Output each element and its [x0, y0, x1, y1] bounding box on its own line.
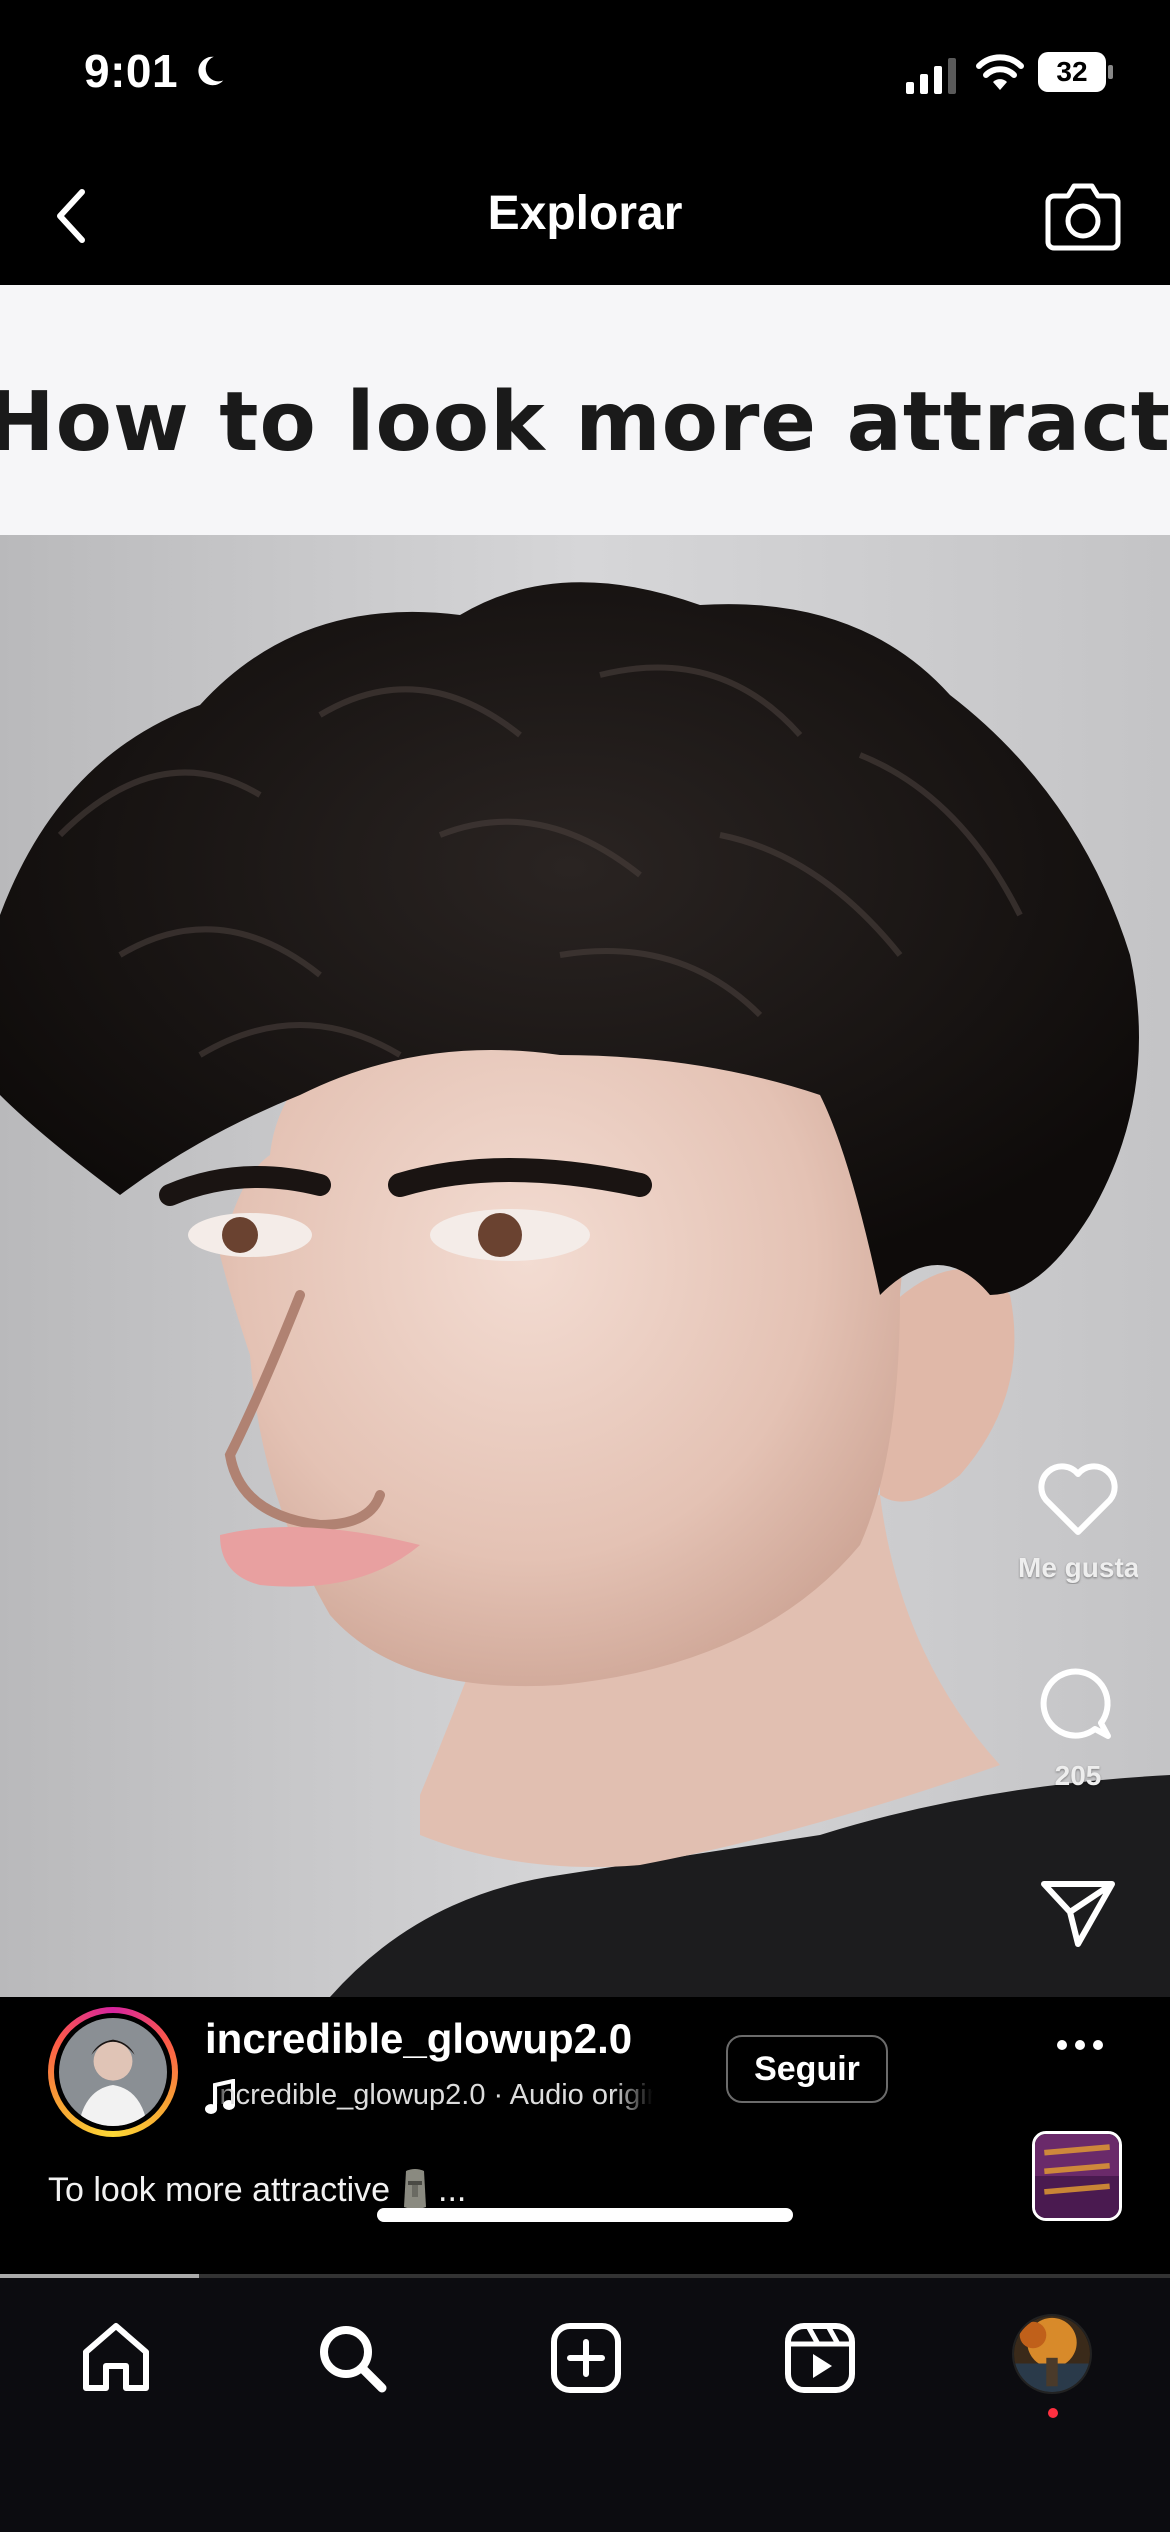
share-action[interactable] — [1018, 1876, 1138, 1948]
like-action[interactable]: Me gusta — [1018, 1462, 1138, 1584]
more-dots-icon[interactable] — [1050, 2025, 1110, 2065]
follow-button[interactable]: Seguir — [726, 2035, 888, 2103]
comment-bubble-icon[interactable] — [1038, 1666, 1118, 1746]
avatar-image — [59, 2018, 167, 2126]
audio-text: incredible_glowup2.0 · Audio original — [213, 2079, 686, 2111]
add-square-icon[interactable] — [546, 2318, 626, 2398]
caption-text: To look more attractive — [48, 2171, 391, 2209]
comment-action[interactable]: 205 — [1018, 1666, 1138, 1792]
moon-icon — [198, 56, 224, 86]
bottom-tab-bar — [0, 2278, 1170, 2532]
notification-dot — [1048, 2408, 1058, 2418]
search-icon[interactable] — [312, 2318, 392, 2398]
comment-count: 205 — [1054, 1760, 1102, 1791]
battery-level: 32 — [1056, 56, 1088, 87]
paper-plane-icon[interactable] — [1038, 1876, 1118, 1948]
audio-thumbnail[interactable] — [1032, 2131, 1122, 2221]
home-indicator — [377, 2208, 793, 2222]
page-title: Explorar — [487, 187, 683, 240]
reel-title-banner: How to look more attractive — [0, 285, 1170, 535]
author-avatar[interactable] — [48, 2007, 178, 2137]
post-info: incredible_glowup2.0 incredible_glowup2.… — [0, 1997, 1170, 2277]
post-caption[interactable]: To look more attractive ... — [48, 2167, 466, 2211]
camera-icon[interactable] — [1042, 176, 1124, 256]
status-bar: 9:01 32 — [0, 0, 1170, 150]
caption-more[interactable]: ... — [438, 2171, 466, 2209]
wifi-icon — [976, 54, 1024, 90]
status-time: 9:01 — [84, 45, 179, 97]
reel-media[interactable]: How to look more attractive — [0, 285, 1170, 1997]
profile-avatar[interactable] — [1012, 2314, 1092, 2394]
portrait-image — [0, 535, 1170, 1997]
reels-icon[interactable] — [780, 2318, 860, 2398]
cellular-signal-icon — [906, 58, 956, 94]
home-icon[interactable] — [76, 2318, 156, 2398]
author-username[interactable]: incredible_glowup2.0 — [205, 2015, 632, 2063]
audio-attribution[interactable]: incredible_glowup2.0 · Audio original — [205, 2075, 690, 2119]
like-label: Me gusta — [1018, 1552, 1138, 1583]
moai-emoji-icon — [404, 2169, 427, 2209]
reel-overlay-title: How to look more attractive — [0, 375, 1170, 470]
battery-indicator: 32 — [1038, 52, 1114, 92]
heart-icon[interactable] — [1036, 1462, 1120, 1538]
top-navigation: Explorar — [0, 150, 1170, 285]
